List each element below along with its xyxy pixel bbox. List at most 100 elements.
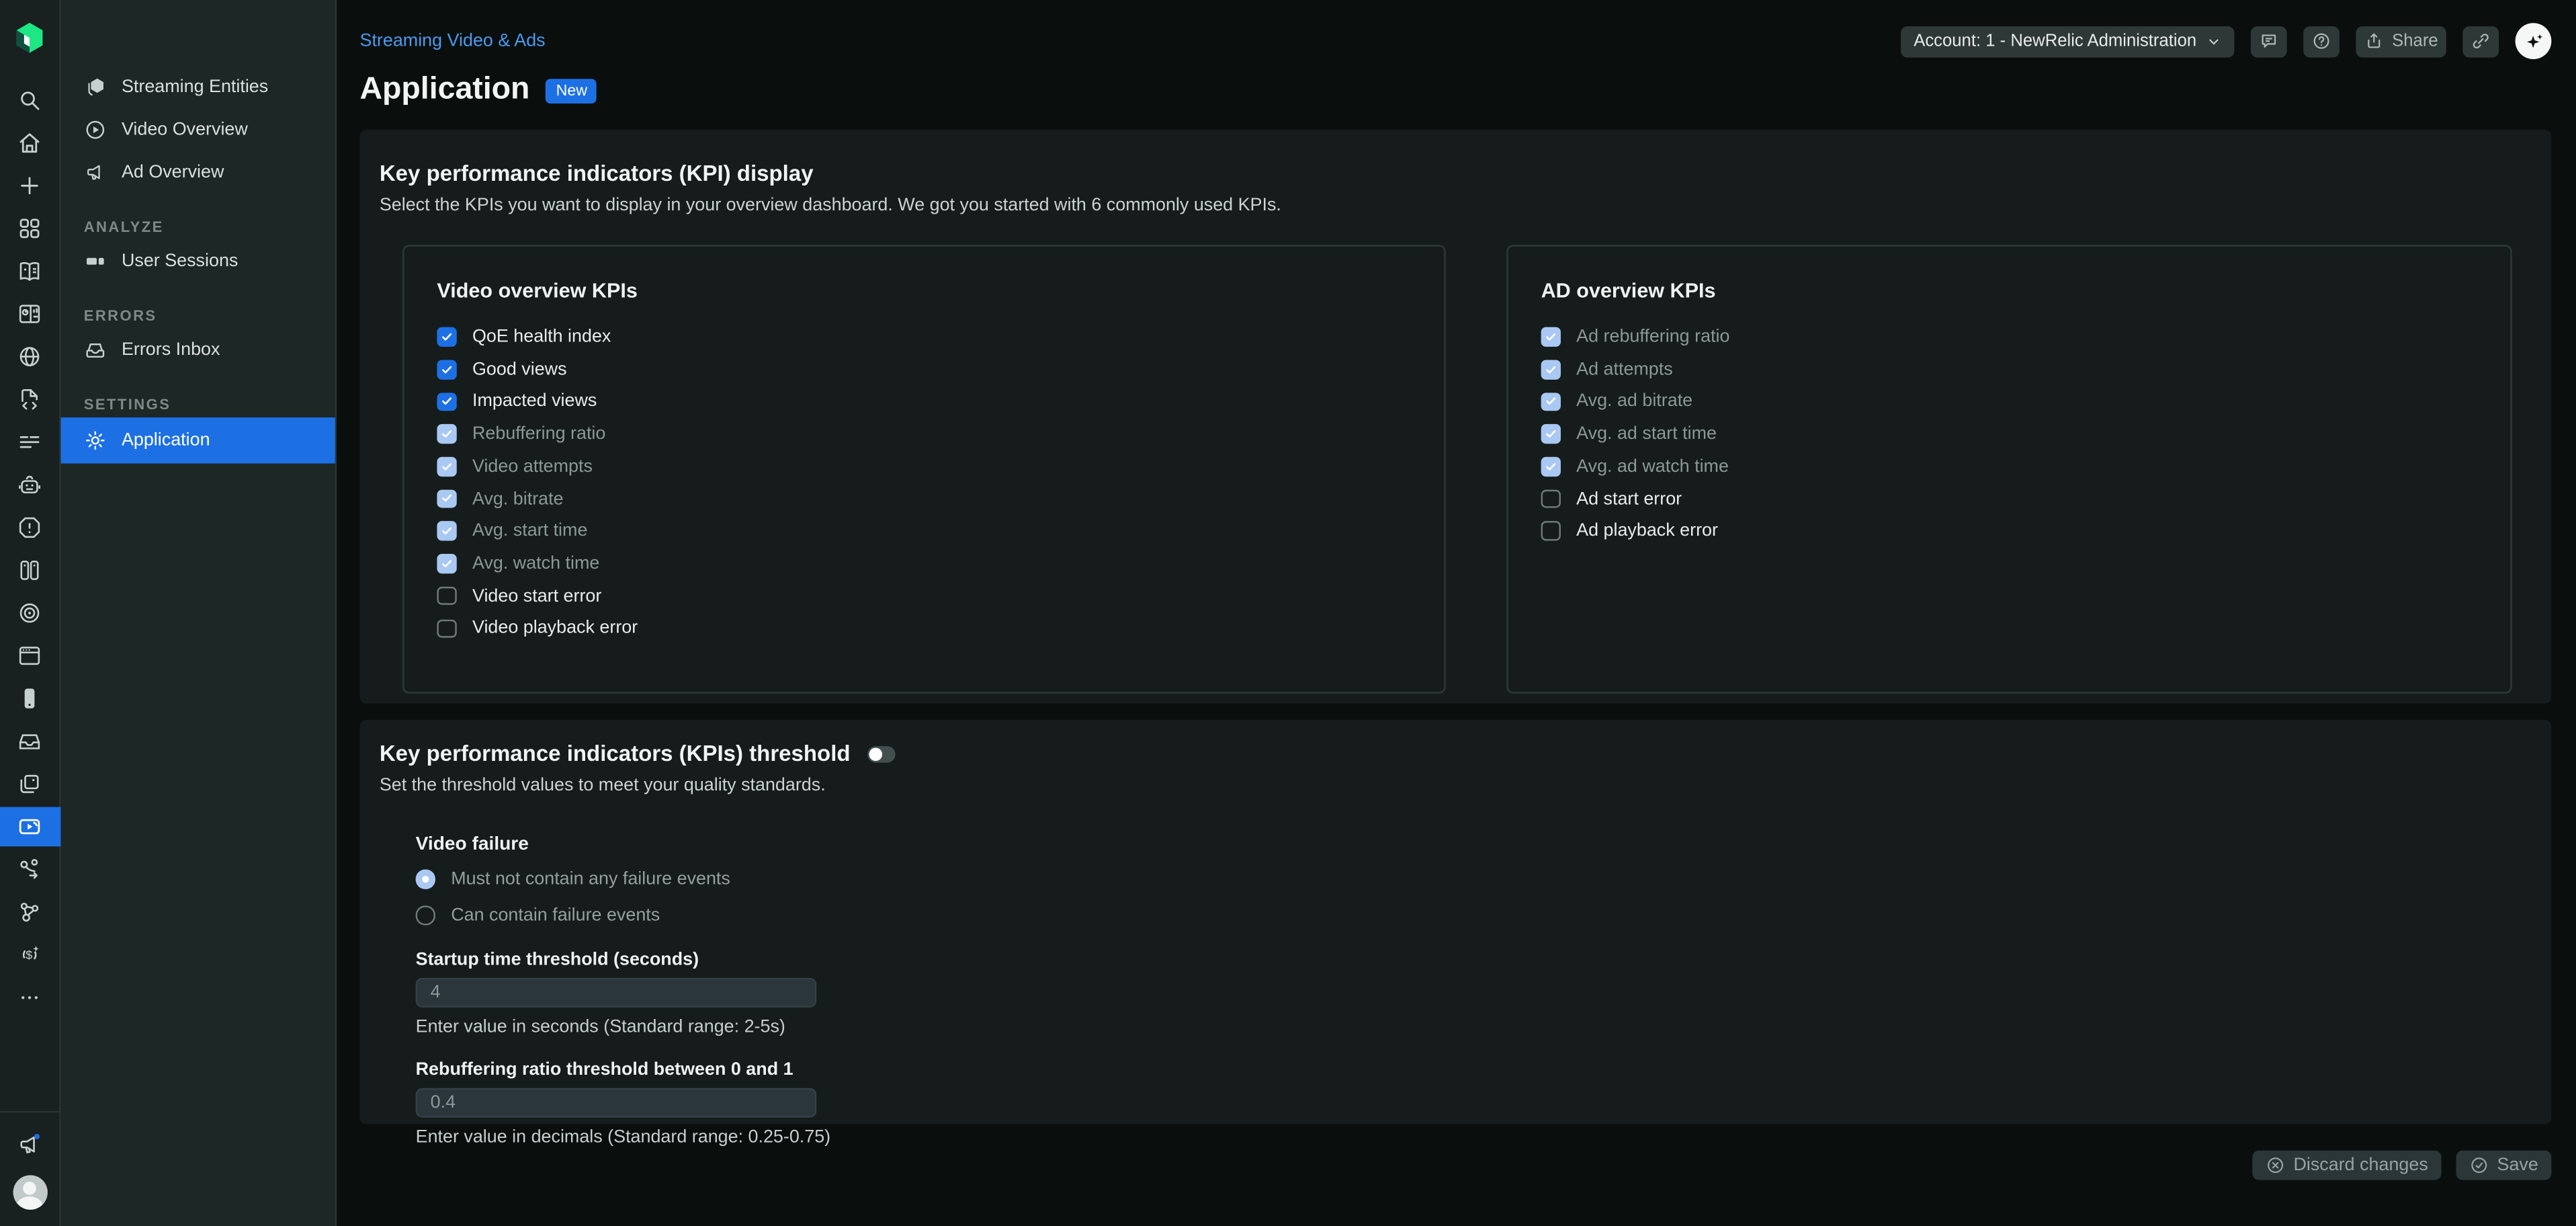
sparkle-icon (2521, 29, 2546, 54)
inbox-rail-icon[interactable] (0, 727, 60, 756)
kpi-checkbox-row[interactable]: Ad playback error (1541, 520, 2511, 543)
more-ellipsis-icon[interactable] (0, 983, 60, 1012)
kpi-checkbox-row[interactable]: Ad attempts (1541, 358, 2511, 381)
kpi-checkbox-row[interactable]: Avg. ad bitrate (1541, 390, 2511, 413)
kpi-checkbox-row[interactable]: Avg. watch time (437, 552, 1444, 575)
kpi-checkbox-row[interactable]: Ad rebuffering ratio (1541, 325, 2511, 349)
infrastructure-hosts-icon[interactable] (0, 555, 60, 585)
checkbox-icon[interactable] (1541, 489, 1560, 508)
kpi-checkbox-row[interactable]: Avg. bitrate (437, 487, 1444, 511)
browser-globe-icon[interactable] (0, 342, 60, 372)
sidebar-item-streaming-entities[interactable]: Streaming Entities (60, 66, 335, 109)
code-file-icon[interactable] (0, 384, 60, 414)
checkbox-icon[interactable] (437, 522, 456, 540)
sidebar-item-application[interactable]: Application (60, 417, 335, 463)
kpi-checkbox-row[interactable]: QoE health index (437, 325, 1444, 349)
checkbox-icon[interactable] (1541, 425, 1560, 444)
logs-icon[interactable] (0, 427, 60, 457)
kpi-checkbox-row[interactable]: Video playback error (437, 616, 1444, 640)
sidebar-item-label: Ad Overview (122, 163, 224, 182)
kpi-checkbox-row[interactable]: Video attempts (437, 455, 1444, 479)
checkbox-icon[interactable] (437, 393, 456, 411)
rebuffering-threshold-input[interactable] (416, 1088, 817, 1118)
account-switcher-button[interactable]: Account: 1 - NewRelic Administration (1901, 26, 2235, 56)
new-badge: New (546, 78, 597, 103)
checkbox-icon[interactable] (437, 327, 456, 346)
workloads-stack-icon[interactable] (0, 769, 60, 799)
kpi-checkbox-row[interactable]: Avg. ad start time (1541, 423, 2511, 446)
checkbox-icon[interactable] (1541, 457, 1560, 476)
top-controls: Account: 1 - NewRelic Administration Sha… (1901, 23, 2552, 59)
rebuffering-threshold-label: Rebuffering ratio threshold between 0 an… (416, 1060, 2532, 1079)
announcements-icon[interactable] (0, 1129, 60, 1159)
radio-icon[interactable] (416, 906, 435, 925)
sidebar-section-settings: SETTINGS (60, 391, 335, 417)
home-icon[interactable] (0, 128, 60, 158)
kpi-display-subtitle: Select the KPIs you want to display in y… (380, 196, 2532, 215)
feedback-button[interactable] (2251, 26, 2287, 56)
checkbox-icon[interactable] (437, 619, 456, 638)
ai-bot-icon[interactable] (0, 470, 60, 499)
kpi-checkbox-row[interactable]: Good views (437, 358, 1444, 381)
checkbox-icon[interactable] (437, 554, 456, 573)
synthetics-target-icon[interactable] (0, 598, 60, 628)
kpi-checkbox-row[interactable]: Rebuffering ratio (437, 423, 1444, 446)
service-map-icon[interactable] (0, 897, 60, 927)
gear-icon (84, 429, 107, 452)
rail-divider (0, 1111, 60, 1112)
kpi-checkbox-row[interactable]: Video start error (437, 584, 1444, 608)
copy-link-button[interactable] (2462, 26, 2499, 56)
save-button[interactable]: Save (2456, 1151, 2551, 1180)
kpi-checkbox-row[interactable]: Avg. start time (437, 520, 1444, 543)
discard-changes-button[interactable]: Discard changes (2252, 1151, 2441, 1180)
docs-book-icon[interactable] (0, 256, 60, 286)
search-icon[interactable] (0, 85, 60, 115)
checkbox-icon[interactable] (437, 587, 456, 606)
startup-threshold-input[interactable] (416, 978, 817, 1008)
sidebar-item-user-sessions[interactable]: User Sessions (60, 240, 335, 283)
ad-kpi-list: Ad rebuffering ratio Ad attempts Avg. ad… (1541, 325, 2511, 543)
checkbox-icon[interactable] (437, 360, 456, 379)
radio-icon[interactable] (416, 870, 435, 889)
kpi-display-section: Key performance indicators (KPI) display… (359, 130, 2551, 703)
cost-management-icon[interactable]: $ (0, 940, 60, 970)
streaming-video-icon[interactable] (0, 807, 60, 847)
sidebar-item-label: User Sessions (122, 251, 238, 271)
add-icon[interactable] (0, 171, 60, 200)
checkbox-icon[interactable] (1541, 393, 1560, 411)
checkbox-icon[interactable] (1541, 522, 1560, 540)
ad-kpi-panel: AD overview KPIs Ad rebuffering ratio Ad… (1506, 245, 2511, 694)
sidebar-item-ad-overview[interactable]: Ad Overview (60, 151, 335, 194)
video-kpi-list: QoE health index Good views Impacted vie… (437, 325, 1444, 640)
checkbox-icon[interactable] (437, 489, 456, 508)
checkbox-icon[interactable] (1541, 327, 1560, 346)
sidebar-item-video-overview[interactable]: Video Overview (60, 108, 335, 151)
help-button[interactable] (2303, 26, 2339, 56)
kpi-checkbox-row[interactable]: Avg. ad watch time (1541, 455, 2511, 479)
newrelic-logo-icon[interactable] (13, 22, 46, 54)
checkbox-icon[interactable] (437, 457, 456, 476)
sidebar-item-label: Streaming Entities (122, 77, 268, 97)
assistant-avatar[interactable] (2516, 23, 2552, 59)
kpi-checkbox-row[interactable]: Impacted views (437, 390, 1444, 413)
sidebar-item-label: Application (122, 431, 210, 450)
dashboards-icon[interactable] (0, 299, 60, 329)
ad-kpi-panel-title: AD overview KPIs (1541, 280, 2511, 302)
apps-grid-icon[interactable] (0, 214, 60, 243)
alerts-icon[interactable] (0, 513, 60, 542)
user-avatar[interactable] (12, 1175, 46, 1209)
workflows-icon[interactable] (0, 855, 60, 885)
checkbox-icon[interactable] (437, 425, 456, 444)
browser-window-icon[interactable] (0, 641, 60, 671)
main-content: Streaming Video & Ads Account: 1 - NewRe… (337, 0, 2576, 1226)
mobile-icon[interactable] (0, 684, 60, 713)
video-failure-option[interactable]: Must not contain any failure events (416, 868, 2532, 891)
share-button[interactable]: Share (2356, 26, 2446, 56)
threshold-toggle[interactable] (867, 745, 895, 762)
breadcrumb[interactable]: Streaming Video & Ads (359, 31, 545, 50)
sidebar-item-errors-inbox[interactable]: Errors Inbox (60, 329, 335, 372)
kpi-checkbox-row[interactable]: Ad start error (1541, 487, 2511, 511)
kpi-threshold-subtitle: Set the threshold values to meet your qu… (380, 776, 2532, 795)
checkbox-icon[interactable] (1541, 360, 1560, 379)
video-failure-option[interactable]: Can contain failure events (416, 904, 2532, 927)
